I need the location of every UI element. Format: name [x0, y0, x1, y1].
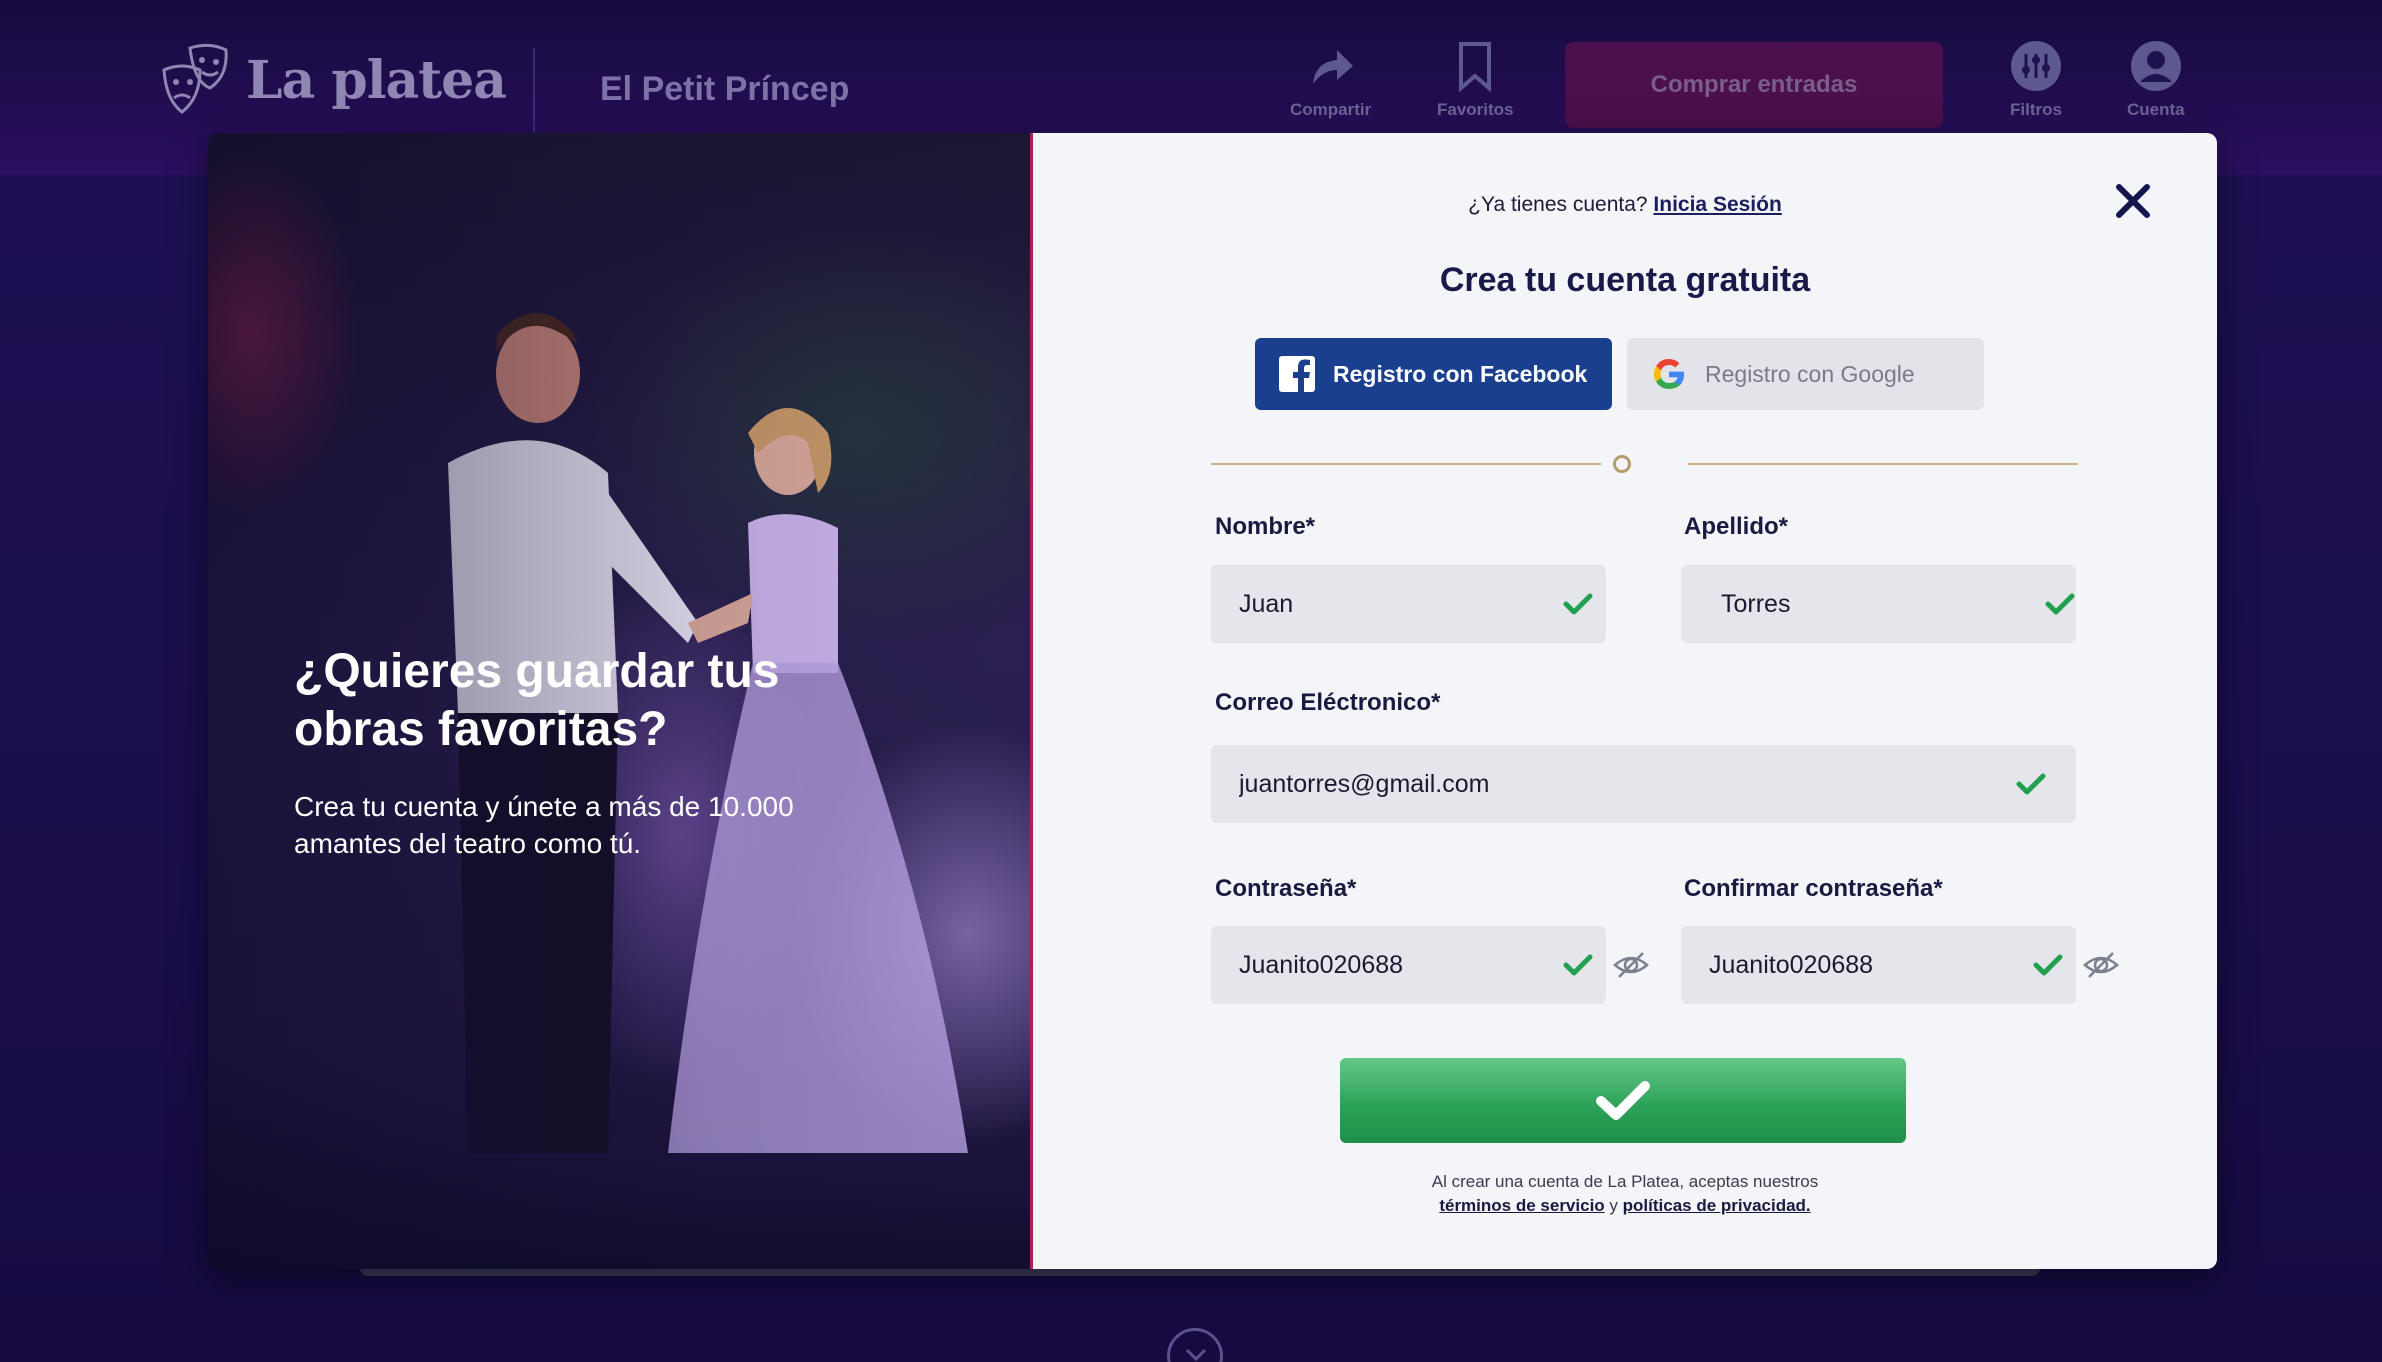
filters-button[interactable]: Filtros [2010, 40, 2062, 120]
last-name-input[interactable] [1681, 589, 2043, 619]
share-icon [1312, 50, 1353, 84]
promo-title: ¿Quieres guardar tus obras favoritas? [294, 645, 780, 756]
confirm-password-label: Confirmar contraseña* [1684, 875, 1943, 902]
check-icon [1563, 954, 1593, 976]
signup-modal: ¿Quieres guardar tus obras favoritas? Cr… [208, 133, 2217, 1269]
favorites-button[interactable]: Favoritos [1437, 40, 1514, 120]
check-icon [2033, 954, 2063, 976]
promo-subtitle: Crea tu cuenta y únete a más de 10.000 a… [294, 791, 794, 859]
divider-right [1688, 463, 2078, 465]
account-icon [2130, 41, 2181, 91]
confirm-password-input[interactable] [1681, 950, 2031, 980]
facebook-signup-label: Registro con Facebook [1333, 360, 1588, 387]
header-divider [533, 48, 535, 134]
first-name-label: Nombre* [1215, 513, 1316, 540]
check-icon [2045, 593, 2075, 615]
password-field[interactable] [1211, 926, 1649, 1004]
email-label: Correo Eléctronico* [1215, 689, 1441, 716]
divider-circle [1613, 455, 1631, 473]
legal-and: y [1609, 1196, 1618, 1215]
login-prompt-text: ¿Ya tienes cuenta? [1468, 193, 1648, 216]
password-label: Contraseña* [1215, 875, 1357, 902]
eye-slash-icon[interactable] [1611, 945, 1651, 985]
confirm-password-field[interactable] [1681, 926, 2119, 1004]
facebook-icon [1279, 356, 1315, 392]
submit-button[interactable] [1340, 1058, 1906, 1143]
check-icon [1563, 593, 1593, 615]
account-label: Cuenta [2127, 100, 2185, 119]
divider-left [1211, 463, 1601, 465]
login-link[interactable]: Inicia Sesión [1653, 193, 1781, 216]
last-name-label: Apellido* [1684, 513, 1789, 540]
show-title: El Petit Príncep [600, 70, 850, 108]
check-icon [2016, 773, 2046, 795]
share-button[interactable]: Compartir [1290, 40, 1371, 120]
buy-tickets-button[interactable]: Comprar entradas [1565, 42, 1943, 128]
facebook-signup-button[interactable]: Registro con Facebook [1255, 338, 1612, 410]
first-name-input[interactable] [1211, 589, 1561, 619]
legal-notice: Al crear una cuenta de La Platea, acepta… [1033, 1170, 2217, 1218]
checkmark-icon [1596, 1080, 1650, 1120]
password-input[interactable] [1211, 950, 1561, 980]
account-button[interactable]: Cuenta [2127, 40, 2185, 120]
legal-text: Al crear una cuenta de La Platea, acepta… [1431, 1172, 1819, 1191]
login-prompt: ¿Ya tienes cuenta? Inicia Sesión [1033, 193, 2217, 217]
site-logo[interactable]: La platea [160, 40, 507, 120]
theater-masks-icon [162, 43, 228, 114]
google-icon [1654, 359, 1684, 389]
bookmark-icon [1459, 42, 1492, 92]
favorites-label: Favoritos [1437, 100, 1514, 119]
google-signup-button[interactable]: Registro con Google [1627, 338, 1984, 410]
promo-panel: ¿Quieres guardar tus obras favoritas? Cr… [208, 133, 1030, 1269]
chevron-down-icon [1185, 1348, 1207, 1362]
logo-text: La platea [246, 49, 507, 111]
last-name-field[interactable] [1681, 565, 2076, 643]
first-name-field[interactable] [1211, 565, 1606, 643]
form-title: Crea tu cuenta gratuita [1439, 261, 1811, 299]
filters-label: Filtros [2010, 100, 2062, 119]
terms-link[interactable]: términos de servicio [1439, 1196, 1604, 1215]
signup-form-panel: ¿Ya tienes cuenta? Inicia Sesión Crea tu… [1030, 133, 2217, 1269]
share-label: Compartir [1290, 100, 1372, 119]
email-input[interactable] [1211, 769, 2014, 799]
google-signup-label: Registro con Google [1705, 360, 1915, 387]
filters-icon [2011, 41, 2061, 91]
email-field[interactable] [1211, 745, 2076, 823]
privacy-link[interactable]: políticas de privacidad. [1623, 1196, 1811, 1215]
eye-slash-icon[interactable] [2081, 945, 2121, 985]
